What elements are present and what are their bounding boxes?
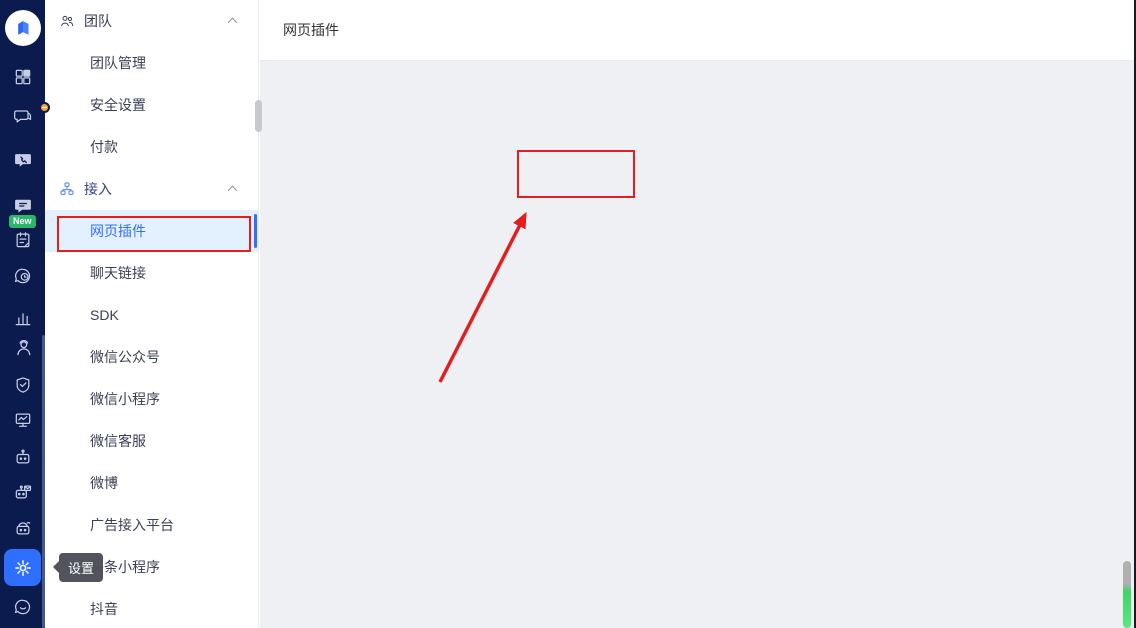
robot-mail-icon[interactable]: [0, 482, 45, 502]
sidebar-scrollbar[interactable]: [255, 100, 262, 132]
logo-icon: [12, 17, 34, 39]
chevron-up-icon: [228, 186, 238, 196]
sidebar-group-label: 团队: [84, 11, 112, 31]
settings-tooltip: 设置: [59, 553, 103, 582]
sidebar-item-label: 网页插件: [90, 221, 146, 241]
robot-hat-icon[interactable]: [0, 518, 45, 538]
gear-icon: [4, 549, 41, 586]
logo-circle: [5, 10, 41, 46]
icon-rail: New: [0, 0, 45, 628]
channels-icon: [58, 181, 75, 198]
app-logo[interactable]: [0, 10, 45, 46]
agent-icon[interactable]: [0, 338, 45, 358]
sidebar-group-team[interactable]: 团队: [45, 0, 258, 42]
feedback-icon[interactable]: [0, 597, 45, 617]
analytics-icon[interactable]: [0, 308, 45, 328]
robot-icon[interactable]: [0, 447, 45, 467]
sidebar-item-team-management[interactable]: 团队管理: [45, 42, 258, 84]
page-title: 网页插件: [283, 20, 339, 40]
sidebar-item-chat-link[interactable]: 聊天链接: [45, 252, 258, 294]
sidebar-item-security-settings[interactable]: 安全设置: [45, 84, 258, 126]
sidebar-group-channels[interactable]: 接入: [45, 168, 258, 210]
sidebar-item-douyin[interactable]: 抖音: [45, 588, 258, 628]
team-icon: [58, 13, 75, 30]
chevron-up-icon: [228, 18, 238, 28]
sidebar-group-label: 接入: [84, 179, 112, 199]
sidebar-item-weibo[interactable]: 微博: [45, 462, 258, 504]
new-badge: New: [9, 215, 36, 228]
chat-badge-icon[interactable]: [0, 106, 45, 131]
page-scrollbar-thumb[interactable]: [1123, 561, 1131, 628]
tasks-icon[interactable]: [0, 230, 45, 250]
settings-sidebar: 团队 团队管理 安全设置 付款 接入 网页插件 聊天链接 SDK 微信公众号 微…: [45, 0, 259, 628]
security-shield-icon[interactable]: [0, 375, 45, 395]
rail-scrollbar[interactable]: [42, 335, 45, 628]
message-icon[interactable]: [0, 196, 45, 216]
phone-icon[interactable]: [0, 150, 45, 170]
sidebar-item-sdk[interactable]: SDK: [45, 294, 258, 336]
sidebar-item-payment[interactable]: 付款: [45, 126, 258, 168]
notification-badge: [39, 102, 50, 113]
sidebar-item-wechat-service[interactable]: 微信客服: [45, 420, 258, 462]
sidebar-item-wechat-miniprogram[interactable]: 微信小程序: [45, 378, 258, 420]
sidebar-item-wechat-official[interactable]: 微信公众号: [45, 336, 258, 378]
active-indicator: [254, 214, 257, 248]
settings-gear-button[interactable]: [0, 549, 45, 586]
main-content: [260, 61, 1136, 628]
dashboard-icon[interactable]: [0, 67, 45, 87]
page-header: 网页插件: [260, 0, 1136, 61]
sidebar-item-ad-platform[interactable]: 广告接入平台: [45, 504, 258, 546]
chat-history-icon[interactable]: [0, 266, 45, 286]
monitor-icon[interactable]: [0, 410, 45, 430]
sidebar-item-web-plugin[interactable]: 网页插件: [45, 210, 258, 252]
